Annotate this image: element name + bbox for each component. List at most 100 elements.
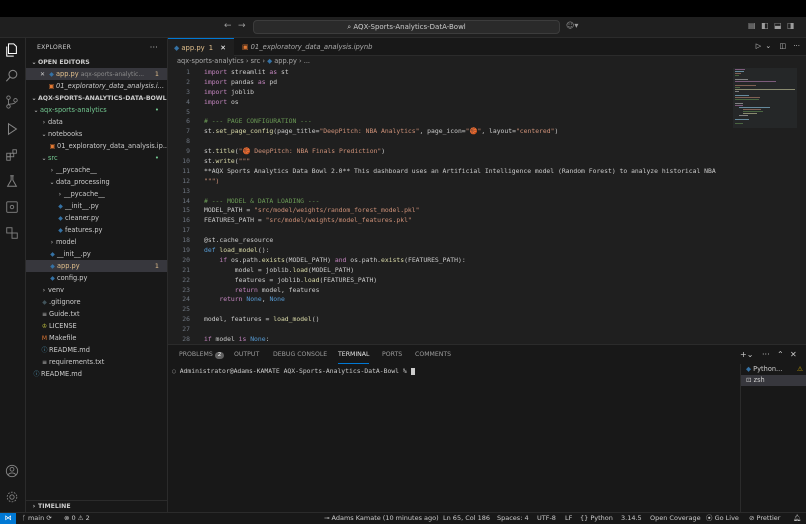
breadcrumb-item[interactable]: ...	[304, 57, 310, 65]
prettier[interactable]: ⊘ Prettier	[749, 513, 780, 524]
tree-item[interactable]: ⓘ README.md	[26, 344, 167, 356]
breadcrumb-item[interactable]: app.py	[274, 57, 297, 65]
tree-item[interactable]: › venv	[26, 284, 167, 296]
remote-explorer-icon[interactable]	[5, 200, 21, 216]
tree-item-label: README.md	[41, 370, 82, 378]
go-live[interactable]: ⦿ Go Live	[706, 513, 739, 524]
git-blame[interactable]: ⊸ Adams Kamate (10 minutes ago)	[324, 513, 439, 524]
tree-item[interactable]: ◆ __init__.py	[26, 248, 167, 260]
tab-problems[interactable]: PROBLEMS 2	[179, 345, 225, 364]
explorer-icon[interactable]	[5, 43, 21, 59]
open-editor-item[interactable]: ▣ 01_exploratory_data_analysis.i...	[26, 80, 167, 92]
containers-icon[interactable]	[5, 226, 21, 242]
forward-arrow-icon[interactable]: →	[238, 21, 246, 31]
tab-terminal[interactable]: TERMINAL	[338, 345, 370, 364]
close-icon[interactable]: ✕	[220, 44, 226, 52]
more-actions-icon[interactable]: ···	[793, 42, 800, 50]
workspace-section[interactable]: ⌄AQX-SPORTS-ANALYTICS-DATA-BOWL	[26, 93, 167, 104]
problems-indicator[interactable]: ⊗ 0 ⚠ 2	[64, 513, 90, 524]
source-control-icon[interactable]	[5, 95, 21, 111]
tree-item[interactable]: ⓘ README.md	[26, 368, 167, 380]
tree-item[interactable]: ⌄notebooks	[26, 128, 167, 140]
encoding[interactable]: UTF-8	[537, 513, 556, 524]
remote-indicator-icon[interactable]: ⋈	[0, 513, 16, 524]
tree-item[interactable]: ◆ config.py	[26, 272, 167, 284]
back-arrow-icon[interactable]: ←	[224, 21, 232, 31]
run-icon[interactable]: ▷	[756, 42, 761, 50]
tree-item[interactable]: ⌄aqx-sports-analytics •	[26, 104, 167, 116]
breadcrumb-item[interactable]: src	[251, 57, 261, 65]
tab-debug-console[interactable]: DEBUG CONSOLE	[273, 345, 327, 364]
tab-notebook[interactable]: ▣ 01_exploratory_data_analysis.ipynb	[236, 38, 386, 56]
terminal-item-zsh[interactable]: ⊡ zsh	[741, 375, 806, 386]
tree-item[interactable]: › __pycache__	[26, 188, 167, 200]
tree-item[interactable]: ◆ app.py 1	[26, 260, 167, 272]
new-terminal-icon[interactable]: +⌄	[740, 345, 753, 364]
code-text: return None, None	[219, 295, 285, 304]
chevron-down-icon[interactable]: ⌄	[765, 42, 771, 50]
editor-group: ◆ app.py 1 ✕ ▣ 01_exploratory_data_analys…	[168, 38, 806, 344]
close-panel-icon[interactable]: ✕	[790, 345, 797, 364]
search-icon[interactable]	[5, 69, 21, 85]
tree-item[interactable]: › data	[26, 116, 167, 128]
toggle-secondary-sidebar-icon[interactable]: ◨	[787, 21, 795, 30]
tree-item[interactable]: ◆ __init__.py	[26, 200, 167, 212]
breadcrumb-item[interactable]: aqx-sports-analytics	[177, 57, 244, 65]
open-editor-item[interactable]: ✕ ◆ app.py aqx-sports-analytic... 1	[26, 68, 167, 80]
line-number: 4	[186, 97, 190, 106]
line-number: 11	[182, 166, 190, 175]
tree-item[interactable]: ≡ requirements.txt	[26, 356, 167, 368]
tree-item[interactable]: ≡ Guide.txt	[26, 308, 167, 320]
open-editors-section[interactable]: ⌄OPEN EDITORS	[26, 57, 167, 68]
settings-gear-icon[interactable]	[5, 490, 21, 506]
code-line: 15 MODEL_PATH = "src/model/weights/random…	[168, 206, 733, 216]
chevron-up-icon[interactable]: ⌃	[777, 345, 784, 364]
toggle-panel-icon[interactable]: ⬓	[774, 21, 782, 30]
timeline-section[interactable]: › TIMELINE	[26, 500, 167, 512]
tree-item[interactable]: › model	[26, 236, 167, 248]
end-of-line[interactable]: LF	[565, 513, 572, 524]
account-icon[interactable]	[5, 464, 21, 480]
open-coverage[interactable]: Open Coverage	[650, 513, 701, 524]
minimap[interactable]	[733, 68, 806, 344]
tree-item[interactable]: ♔ LICENSE	[26, 320, 167, 332]
tree-item[interactable]: ▣ 01_exploratory_data_analysis.ip...	[26, 140, 167, 152]
tab-app-py[interactable]: ◆ app.py 1 ✕	[168, 38, 234, 56]
tree-item[interactable]: ◆ cleaner.py	[26, 212, 167, 224]
tree-item[interactable]: ◆ features.py	[26, 224, 167, 236]
notifications-bell-icon[interactable]: 🔔︎	[793, 513, 801, 524]
tab-output[interactable]: OUTPUT	[234, 345, 259, 364]
tree-item[interactable]: ◆ .gitignore	[26, 296, 167, 308]
branch-indicator[interactable]: ᚴ main ⟳	[22, 513, 52, 524]
python-interpreter[interactable]: 3.14.5	[621, 513, 642, 524]
code-editor[interactable]: 1 import streamlit as st 2 import pandas as…	[168, 68, 733, 344]
terminal-name: Python...	[753, 365, 783, 373]
tree-item[interactable]: › __pycache__	[26, 164, 167, 176]
testing-icon[interactable]	[5, 174, 21, 190]
run-debug-icon[interactable]	[5, 122, 21, 138]
tree-item[interactable]: ⌄src •	[26, 152, 167, 164]
more-actions-icon[interactable]: ···	[150, 38, 158, 57]
tab-comments[interactable]: COMMENTS	[415, 345, 451, 364]
minimap-line	[735, 73, 741, 74]
language-mode[interactable]: {} Python	[580, 513, 613, 524]
tab-ports[interactable]: PORTS	[382, 345, 402, 364]
sync-icon: ⟳	[46, 514, 52, 522]
copilot-icon[interactable]: ☺▾	[566, 21, 578, 30]
branch-name: main	[27, 514, 45, 522]
indentation[interactable]: Spaces: 4	[497, 513, 529, 524]
layout-customize-icon[interactable]: ▤	[748, 21, 756, 30]
terminal-item-python[interactable]: ◆ Python... ⚠	[741, 364, 806, 375]
split-editor-icon[interactable]: ◫	[779, 42, 786, 50]
python-file-icon: ◆	[267, 57, 273, 65]
toggle-sidebar-icon[interactable]: ◧	[761, 21, 769, 30]
cursor-position[interactable]: Ln 65, Col 186	[443, 513, 490, 524]
code-line: 12 """)	[168, 177, 733, 187]
tree-item[interactable]: ⌄data_processing	[26, 176, 167, 188]
command-center[interactable]: ⌕ AQX-Sports-Analytics-DatA-Bowl	[253, 20, 560, 34]
more-actions-icon[interactable]: ···	[762, 345, 770, 364]
terminal-output[interactable]: ○ Administrator@Adams-KAMATE AQX-Sports-…	[172, 367, 415, 375]
tree-item[interactable]: M Makefile	[26, 332, 167, 344]
error-icon: ⊗	[64, 514, 70, 522]
extensions-icon[interactable]	[5, 148, 21, 164]
